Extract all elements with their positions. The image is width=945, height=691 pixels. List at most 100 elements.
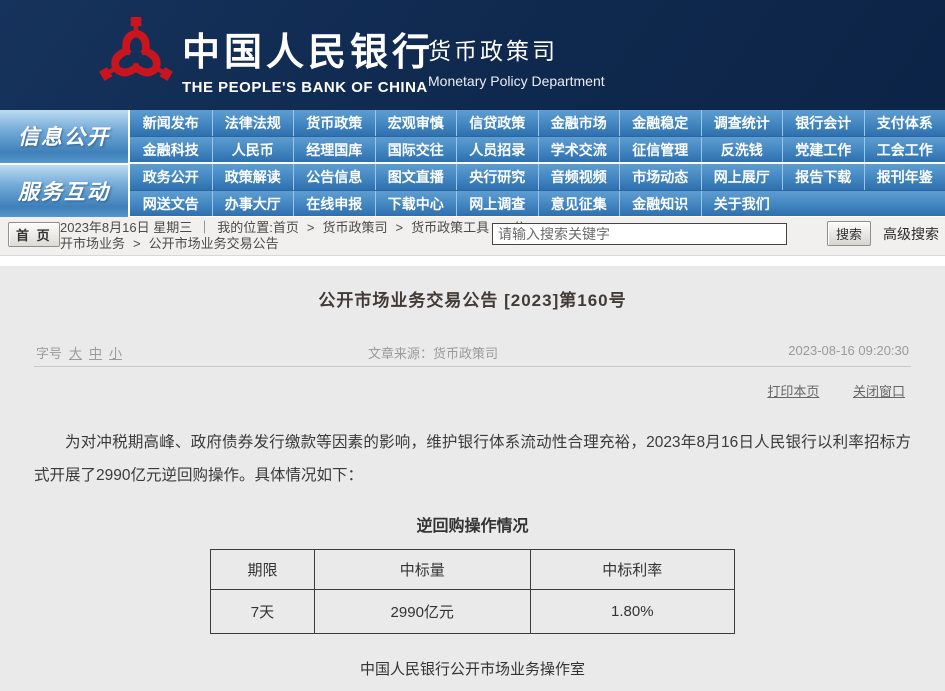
nav-item[interactable]: 人员招录 [456, 137, 538, 162]
nav-item[interactable]: 政务公开 [130, 164, 212, 190]
nav-item[interactable]: 意见征集 [538, 191, 620, 216]
nav-grid: 新闻发布 法律法规 货币政策 宏观审慎 信贷政策 金融市场 金融稳定 调查统计 … [130, 110, 945, 217]
article-source-value: 货币政策司 [433, 346, 498, 361]
breadcrumb-link-home[interactable]: 首页 [273, 220, 299, 235]
article-datetime: 2023-08-16 09:20:30 [788, 343, 909, 358]
breadcrumb-link-dept[interactable]: 货币政策司 [322, 220, 387, 235]
nav-item[interactable]: 人民币 [212, 137, 294, 162]
nav-item[interactable]: 市场动态 [619, 164, 701, 190]
nav-item[interactable]: 金融市场 [538, 110, 620, 136]
nav-item[interactable]: 反洗钱 [701, 137, 783, 162]
nav-item[interactable]: 新闻发布 [130, 110, 212, 136]
nav-item[interactable]: 音频视频 [538, 164, 620, 190]
breadcrumb-location-label: 我的位置: [217, 220, 273, 235]
nav-item[interactable]: 信贷政策 [456, 110, 538, 136]
nav-item[interactable]: 国际交往 [375, 137, 457, 162]
breadcrumb-separator: > [396, 220, 404, 235]
table-header-rate: 中标利率 [530, 550, 734, 590]
font-size-label: 字号 [36, 346, 62, 361]
department-block: 货币政策司 Monetary Policy Department [428, 32, 605, 89]
font-size-controls: 字号大中小 [36, 343, 122, 362]
home-button[interactable]: 首 页 [8, 222, 60, 247]
nav-item[interactable]: 宏观审慎 [375, 110, 457, 136]
nav-item[interactable]: 金融知识 [619, 191, 701, 216]
table-cell-rate: 1.80% [530, 590, 734, 634]
nav-item[interactable]: 政策解读 [212, 164, 294, 190]
table-cell-volume: 2990亿元 [314, 590, 530, 634]
nav-item[interactable]: 调查统计 [701, 110, 783, 136]
operation-table: 期限 中标量 中标利率 7天 2990亿元 1.80% [210, 549, 735, 634]
nav-item[interactable]: 法律法规 [212, 110, 294, 136]
tab-information-disclosure[interactable]: 信息公开 [0, 110, 128, 163]
nav-item[interactable]: 下载中心 [375, 191, 457, 216]
article-meta-row: 字号大中小 文章来源：货币政策司 2023-08-16 09:20:30 [34, 343, 911, 367]
nav-item[interactable]: 工会工作 [864, 137, 945, 162]
nav-item[interactable]: 货币政策 [293, 110, 375, 136]
breadcrumb-link-announcements[interactable]: 公开市场业务交易公告 [149, 236, 279, 251]
nav-item[interactable]: 经理国库 [293, 137, 375, 162]
brand-block: 中国人民银行 THE PEOPLE'S BANK OF CHINA [182, 21, 434, 96]
site-header: 中国人民银行 THE PEOPLE'S BANK OF CHINA 货币政策司 … [0, 0, 945, 110]
department-name-en: Monetary Policy Department [428, 73, 605, 89]
nav-item[interactable]: 金融科技 [130, 137, 212, 162]
nav-tabs: 信息公开 服务互动 [0, 110, 130, 217]
font-size-large-link[interactable]: 大 [69, 346, 82, 361]
nav-item[interactable]: 银行会计 [782, 110, 864, 136]
article-title: 公开市场业务交易公告 [2023]第160号 [34, 286, 911, 311]
table-cell-term: 7天 [211, 590, 315, 634]
table-header-term: 期限 [211, 550, 315, 590]
main-nav: 信息公开 服务互动 新闻发布 法律法规 货币政策 宏观审慎 信贷政策 金融市场 … [0, 110, 945, 217]
nav-item[interactable]: 在线申报 [293, 191, 375, 216]
breadcrumb-link-tools[interactable]: 货币政策工具 [411, 220, 489, 235]
breadcrumb: 2023年8月16日 星期三 ｜ 我的位置:首页 > 货币政策司 > 货币政策工具 > 公开市场… [60, 220, 530, 252]
nav-row-1: 新闻发布 法律法规 货币政策 宏观审慎 信贷政策 金融市场 金融稳定 调查统计 … [130, 110, 945, 136]
nav-item[interactable]: 支付体系 [864, 110, 945, 136]
search-input[interactable] [492, 223, 787, 245]
article-source: 文章来源：货币政策司 [368, 343, 498, 362]
search-area: 搜索 高级搜索 [492, 221, 939, 246]
nav-item[interactable]: 征信管理 [619, 137, 701, 162]
pboc-page: 中国人民银行 THE PEOPLE'S BANK OF CHINA 货币政策司 … [0, 0, 945, 691]
font-size-small-link[interactable]: 小 [109, 346, 122, 361]
table-header-volume: 中标量 [314, 550, 530, 590]
nav-item[interactable]: 党建工作 [782, 137, 864, 162]
nav-item[interactable]: 学术交流 [538, 137, 620, 162]
nav-row-3: 政务公开 政策解读 公告信息 图文直播 央行研究 音频视频 市场动态 网上展厅 … [130, 164, 945, 190]
breadcrumb-separator: > [133, 236, 141, 251]
breadcrumb-date: 2023年8月16日 星期三 [60, 220, 192, 235]
nav-row-2: 金融科技 人民币 经理国库 国际交往 人员招录 学术交流 征信管理 反洗钱 党建… [130, 136, 945, 162]
nav-item[interactable]: 公告信息 [293, 164, 375, 190]
article-source-label: 文章来源： [368, 346, 433, 361]
pboc-logo-icon [97, 14, 175, 96]
search-button[interactable]: 搜索 [827, 221, 871, 246]
advanced-search-link[interactable]: 高级搜索 [883, 224, 939, 244]
table-header-row: 期限 中标量 中标利率 [211, 550, 735, 590]
tab-service-interaction[interactable]: 服务互动 [0, 165, 128, 218]
print-page-link[interactable]: 打印本页 [767, 384, 819, 399]
nav-item[interactable]: 网送文告 [130, 191, 212, 216]
font-size-medium-link[interactable]: 中 [89, 346, 102, 361]
nav-item[interactable]: 金融稳定 [619, 110, 701, 136]
nav-item[interactable]: 网上调查 [456, 191, 538, 216]
bank-name-en: THE PEOPLE'S BANK OF CHINA [182, 79, 434, 96]
signature: 中国人民银行公开市场业务操作室 [34, 658, 911, 679]
nav-item[interactable]: 报刊年鉴 [864, 164, 945, 190]
article-content: 公开市场业务交易公告 [2023]第160号 字号大中小 文章来源：货币政策司 … [0, 266, 945, 691]
nav-item[interactable]: 图文直播 [375, 164, 457, 190]
nav-item[interactable]: 办事大厅 [212, 191, 294, 216]
breadcrumb-separator: > [307, 220, 315, 235]
bank-name-cn: 中国人民银行 [182, 21, 434, 76]
nav-item[interactable]: 网上展厅 [701, 164, 783, 190]
close-window-link[interactable]: 关闭窗口 [853, 384, 905, 399]
nav-row-4: 网送文告 办事大厅 在线申报 下载中心 网上调查 意见征集 金融知识 关于我们 [130, 190, 945, 216]
breadcrumb-bar: 首 页 2023年8月16日 星期三 ｜ 我的位置:首页 > 货币政策司 > 货币政策工具 >… [0, 217, 945, 256]
spacer [0, 256, 945, 266]
nav-item[interactable]: 报告下载 [782, 164, 864, 190]
article-paragraph: 为对冲税期高峰、政府债券发行缴款等因素的影响，维护银行体系流动性合理充裕，202… [34, 426, 911, 492]
page-action-links: 打印本页 关闭窗口 [34, 367, 911, 400]
department-name-cn: 货币政策司 [428, 32, 605, 66]
table-title: 逆回购操作情况 [34, 512, 911, 536]
nav-item[interactable]: 央行研究 [456, 164, 538, 190]
breadcrumb-divider: ｜ [198, 220, 211, 235]
nav-item[interactable]: 关于我们 [701, 191, 783, 216]
